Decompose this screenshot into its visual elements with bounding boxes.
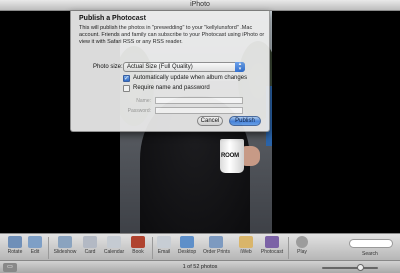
photo-size-select[interactable]: Actual Size (Full Quality) ▴ ▾: [123, 62, 245, 72]
photo-size-value: Actual Size (Full Quality): [127, 64, 193, 70]
rotate-icon: [8, 236, 22, 248]
book-button[interactable]: Book: [125, 236, 151, 260]
tool-label: Book: [132, 249, 144, 255]
email-icon: [157, 236, 171, 248]
tool-label: Desktop: [177, 249, 197, 255]
name-label: Name:: [136, 98, 151, 104]
slideshow-icon: [58, 236, 72, 248]
play-icon: [296, 236, 308, 248]
desktop-button[interactable]: Desktop: [174, 236, 200, 260]
edit-icon: [28, 236, 42, 248]
tool-label: Card: [84, 249, 96, 255]
select-arrows-icon: ▴ ▾: [235, 62, 245, 72]
window-title: iPhoto: [190, 1, 210, 8]
publish-button[interactable]: Publish: [229, 116, 261, 126]
photo-cup: ROOM: [220, 139, 244, 173]
search-label: Search: [362, 251, 378, 257]
zoom-slider-knob[interactable]: [356, 264, 364, 271]
require-login-checkbox[interactable]: [123, 85, 130, 92]
dialog-heading: Publish a Photocast: [79, 15, 146, 22]
tool-label: Play: [297, 249, 307, 255]
tool-label: iWeb: [240, 249, 252, 255]
photocast-icon: [265, 236, 279, 248]
toolbar-divider: [48, 237, 49, 259]
cup-text: ROOM: [221, 153, 239, 159]
calendar-icon: [107, 236, 121, 248]
play-button[interactable]: Play: [289, 236, 315, 260]
book-icon: [131, 236, 145, 248]
bottom-toolbar: Rotate Edit Slideshow Card Calendar Book…: [0, 233, 400, 260]
auto-update-checkbox[interactable]: ✓: [123, 75, 130, 82]
publish-photocast-dialog: Publish a Photocast This will publish th…: [70, 11, 270, 132]
tool-label: Photocast: [260, 249, 284, 255]
photo-size-label: Photo size:: [93, 64, 123, 70]
iweb-icon: [239, 236, 253, 248]
edit-button[interactable]: Edit: [22, 236, 48, 260]
slideshow-button[interactable]: Slideshow: [52, 236, 78, 260]
password-field[interactable]: [155, 107, 243, 114]
title-bar: iPhoto: [0, 0, 400, 11]
tool-label: Edit: [30, 249, 40, 255]
password-label: Password:: [127, 108, 151, 114]
photocast-button[interactable]: Photocast: [259, 236, 285, 260]
card-icon: [83, 236, 97, 248]
order-prints-button[interactable]: Order Prints: [203, 236, 230, 260]
order-prints-icon: [209, 236, 223, 248]
auto-update-label: Automatically update when album changes: [133, 75, 248, 81]
cancel-button[interactable]: Cancel: [197, 116, 223, 126]
search-input[interactable]: [349, 239, 393, 248]
zoom-slider[interactable]: [322, 267, 378, 269]
calendar-button[interactable]: Calendar: [101, 236, 127, 260]
name-field[interactable]: [155, 97, 243, 104]
status-bar: ▭ 1 of 52 photos: [0, 260, 400, 273]
dialog-description: This will publish the photos in "prewedd…: [79, 25, 265, 45]
tool-label: Slideshow: [53, 249, 77, 255]
card-button[interactable]: Card: [77, 236, 103, 260]
iweb-button[interactable]: iWeb: [233, 236, 259, 260]
tool-label: Order Prints: [203, 249, 230, 255]
require-login-label: Require name and password: [133, 85, 210, 91]
desktop-icon: [180, 236, 194, 248]
tool-label: Calendar: [103, 249, 125, 255]
